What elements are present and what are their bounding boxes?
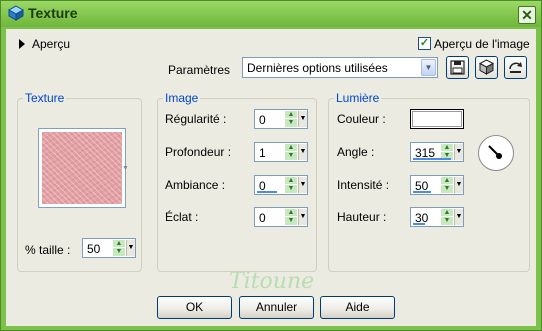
angle-label: Angle : <box>337 145 375 159</box>
spin-dropdown-icon[interactable]: ▼ <box>454 209 463 225</box>
spin-arrows[interactable]: ▲ ▼ <box>113 240 125 256</box>
expand-preview-icon[interactable] <box>19 39 25 49</box>
shine-value: 0 <box>259 211 266 225</box>
spin-arrows[interactable]: ▲ ▼ <box>285 111 297 127</box>
spin-dropdown-icon[interactable]: ▼ <box>454 177 463 193</box>
intensity-label: Intensité : <box>337 178 390 192</box>
spin-down-icon[interactable]: ▼ <box>441 185 453 193</box>
texture-dropdown-arrow-icon[interactable]: ▼ <box>122 165 129 172</box>
spin-dropdown-icon[interactable]: ▼ <box>454 144 463 160</box>
height-spinner[interactable]: 30 ▲ ▼ ▼ <box>410 207 464 227</box>
presets-label: Paramètres <box>168 63 231 77</box>
preview-toggle-label[interactable]: Aperçu <box>32 37 70 51</box>
spin-dropdown-icon[interactable]: ▼ <box>298 111 307 127</box>
depth-value: 1 <box>259 146 266 160</box>
reset-preset-button[interactable] <box>475 56 498 79</box>
spin-dropdown-icon[interactable]: ▼ <box>298 209 307 225</box>
spin-dropdown-icon[interactable]: ▼ <box>298 144 307 160</box>
spin-arrows[interactable]: ▲ ▼ <box>441 177 453 193</box>
angle-slider-bar[interactable] <box>413 158 451 160</box>
chevron-down-icon[interactable]: ▼ <box>421 59 436 76</box>
spin-dropdown-icon[interactable]: ▼ <box>126 240 135 256</box>
save-icon <box>450 60 465 75</box>
dialog-body: Aperçu ✓ Aperçu de l'image Paramètres De… <box>6 29 536 326</box>
light-group-title: Lumière <box>334 91 382 105</box>
app-icon <box>8 5 24 21</box>
height-slider-bar[interactable] <box>413 223 425 225</box>
spin-down-icon[interactable]: ▼ <box>285 119 297 127</box>
spin-arrows[interactable]: ▲ ▼ <box>441 209 453 225</box>
preview-image-label[interactable]: Aperçu de l'image <box>434 37 530 51</box>
presets-value: Dernières options utilisées <box>247 61 388 75</box>
depth-label: Profondeur : <box>165 145 232 159</box>
title-bar: Texture ✕ <box>1 1 541 27</box>
image-group-title: Image <box>163 91 201 105</box>
texture-size-spinner[interactable]: 50 ▲ ▼ ▼ <box>82 238 136 258</box>
cube-icon <box>478 59 495 75</box>
regularity-spinner[interactable]: 0 ▲ ▼ ▼ <box>254 109 308 129</box>
color-label: Couleur : <box>337 112 386 126</box>
spin-dropdown-icon[interactable]: ▼ <box>298 177 307 193</box>
depth-spinner[interactable]: 1 ▲ ▼ ▼ <box>254 142 308 162</box>
texture-preview <box>42 132 122 204</box>
texture-size-value: 50 <box>87 242 101 256</box>
spin-down-icon[interactable]: ▼ <box>113 248 125 256</box>
light-color-swatch[interactable] <box>410 109 464 129</box>
intensity-spinner[interactable]: 50 ▲ ▼ ▼ <box>410 175 464 195</box>
texture-group-title: Texture <box>23 91 67 105</box>
ok-button[interactable]: OK <box>157 296 232 319</box>
spin-down-icon[interactable]: ▼ <box>285 185 297 193</box>
regularity-label: Régularité : <box>165 112 227 126</box>
dial-needle-icon <box>488 145 502 159</box>
angle-dial[interactable] <box>478 135 514 171</box>
spin-up-icon[interactable]: ▲ <box>285 111 297 119</box>
spin-down-icon[interactable]: ▼ <box>285 152 297 160</box>
intensity-slider-bar[interactable] <box>413 191 431 193</box>
texture-size-label: % taille : <box>25 243 71 257</box>
help-button[interactable]: Aide <box>320 296 395 319</box>
spin-up-icon[interactable]: ▲ <box>113 240 125 248</box>
ambience-spinner[interactable]: 0 ▲ ▼ ▼ <box>254 175 308 195</box>
spin-arrows[interactable]: ▲ ▼ <box>285 209 297 225</box>
shine-label: Éclat : <box>165 210 199 224</box>
spin-up-icon[interactable]: ▲ <box>441 209 453 217</box>
save-preset-button[interactable] <box>446 56 469 79</box>
preview-image-checkbox[interactable]: ✓ <box>418 37 431 50</box>
spin-down-icon[interactable]: ▼ <box>441 217 453 225</box>
window-title: Texture <box>28 5 78 21</box>
height-label: Hauteur : <box>337 210 387 224</box>
spin-down-icon[interactable]: ▼ <box>285 217 297 225</box>
reload-icon <box>509 62 522 73</box>
angle-spinner[interactable]: 315 ▲ ▼ ▼ <box>410 142 464 162</box>
spin-up-icon[interactable]: ▲ <box>441 177 453 185</box>
spin-up-icon[interactable]: ▲ <box>441 144 453 152</box>
presets-dropdown[interactable]: Dernières options utilisées ▼ <box>242 57 438 78</box>
spin-up-icon[interactable]: ▲ <box>285 209 297 217</box>
spin-arrows[interactable]: ▲ ▼ <box>285 144 297 160</box>
spin-up-icon[interactable]: ▲ <box>285 144 297 152</box>
spin-arrows[interactable]: ▲ ▼ <box>285 177 297 193</box>
manage-presets-button[interactable] <box>504 56 527 79</box>
ambience-slider-bar[interactable] <box>257 191 277 193</box>
shine-spinner[interactable]: 0 ▲ ▼ ▼ <box>254 207 308 227</box>
texture-swatch[interactable] <box>38 128 126 208</box>
close-button[interactable]: ✕ <box>518 6 536 24</box>
spin-up-icon[interactable]: ▲ <box>285 177 297 185</box>
regularity-value: 0 <box>259 113 266 127</box>
texture-dialog: Texture ✕ Aperçu ✓ Aperçu de l'image Par… <box>0 0 542 331</box>
cancel-button[interactable]: Annuler <box>239 296 314 319</box>
ambience-label: Ambiance : <box>165 178 226 192</box>
watermark: Titoune <box>229 269 315 294</box>
